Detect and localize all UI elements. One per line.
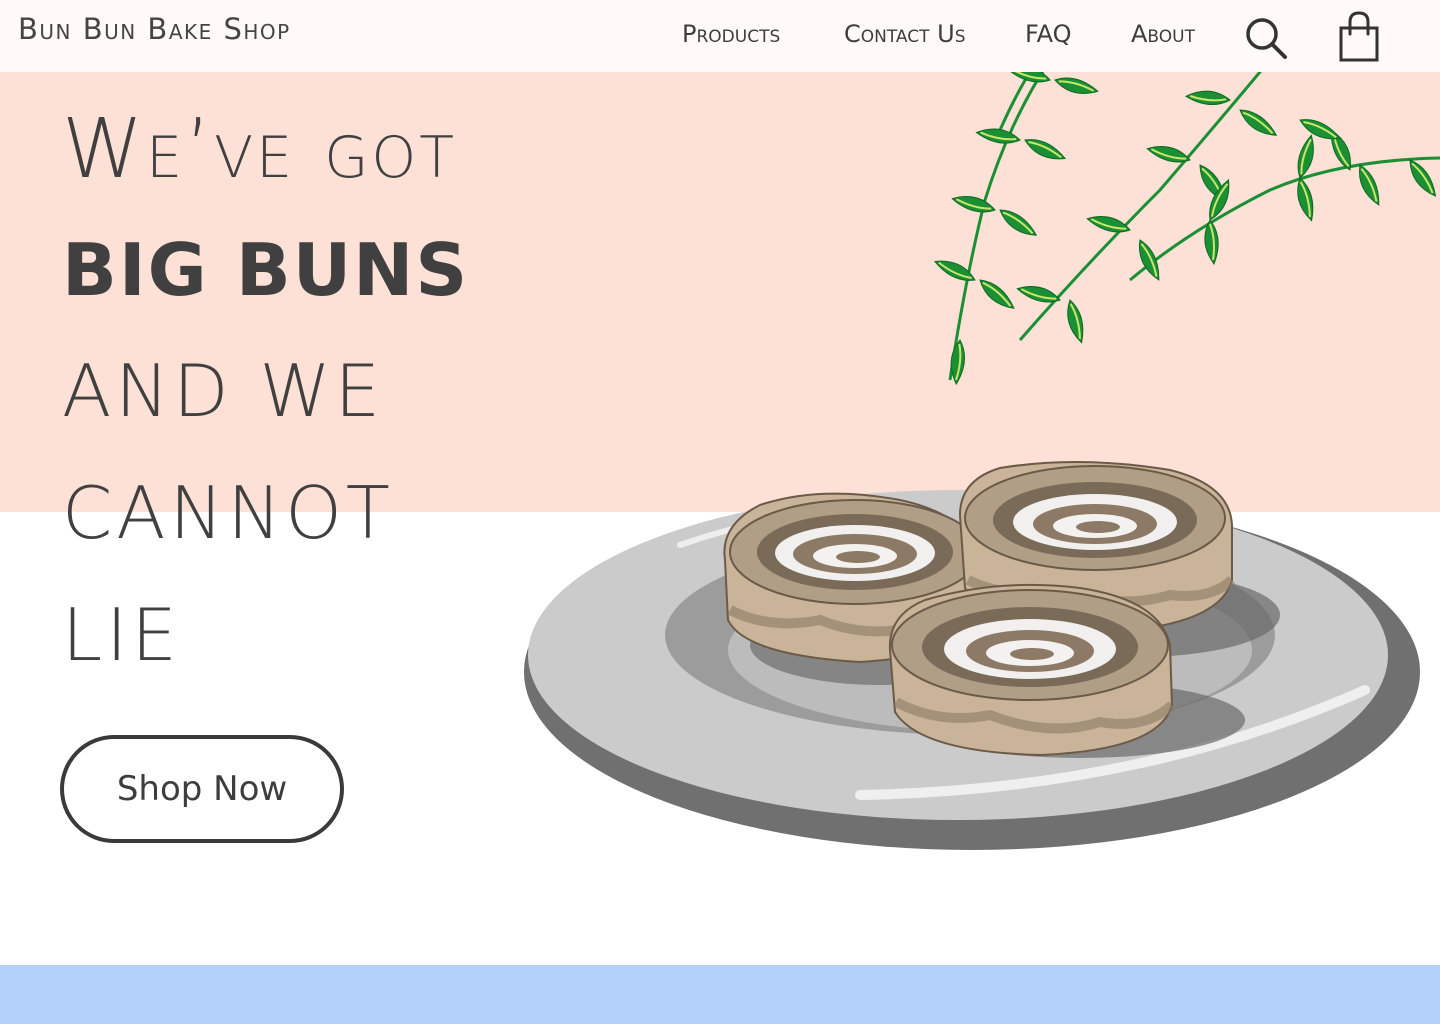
headline-line-5: LIE bbox=[62, 593, 181, 677]
headline-line-3: AND WE bbox=[62, 349, 385, 433]
headline-line-2: BIG BUNS bbox=[62, 228, 470, 312]
navbar: Bun Bun Bake Shop Products Contact Us FA… bbox=[0, 0, 1440, 72]
footer-band bbox=[0, 965, 1440, 1024]
headline-line-4: CANNOT bbox=[62, 471, 394, 555]
shop-now-label: Shop Now bbox=[116, 769, 288, 809]
search-button[interactable] bbox=[1244, 16, 1288, 60]
nav-link-products[interactable]: Products bbox=[682, 20, 780, 48]
nav-link-about[interactable]: About bbox=[1131, 20, 1195, 48]
nav-link-contact-us[interactable]: Contact Us bbox=[844, 20, 966, 48]
headline-line-1: We’ve got bbox=[62, 102, 458, 197]
brand-logo[interactable]: Bun Bun Bake Shop bbox=[18, 12, 291, 46]
search-icon bbox=[1246, 18, 1287, 59]
shopping-bag-icon bbox=[1339, 11, 1379, 62]
cart-button[interactable] bbox=[1336, 10, 1382, 64]
shop-now-button[interactable]: Shop Now bbox=[60, 735, 344, 843]
nav-link-faq[interactable]: FAQ bbox=[1025, 20, 1072, 48]
hero-headline: We’ve got BIG BUNS AND WE CANNOT LIE bbox=[62, 90, 662, 696]
